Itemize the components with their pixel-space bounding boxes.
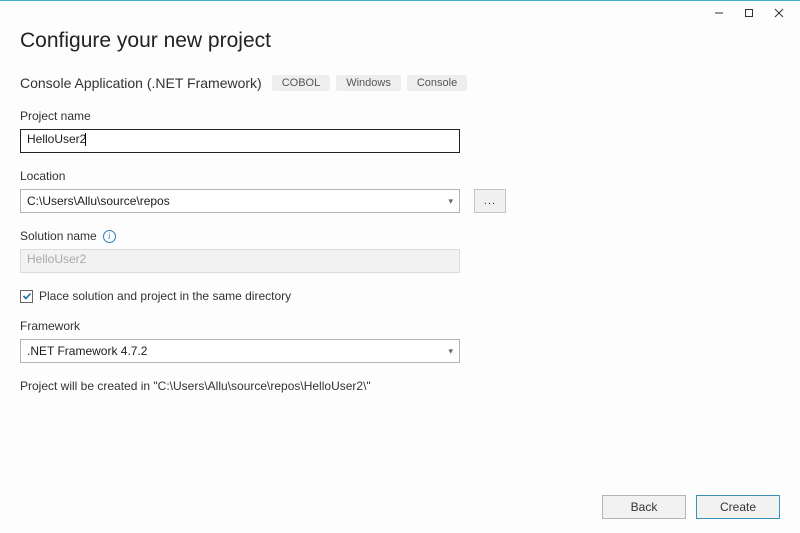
same-directory-checkbox-row[interactable]: Place solution and project in the same d…: [20, 289, 780, 303]
solution-name-value: HelloUser2: [27, 252, 86, 266]
browse-button[interactable]: ...: [474, 189, 506, 213]
back-label: Back: [631, 500, 658, 514]
tag-cobol: COBOL: [272, 75, 331, 91]
project-name-value: HelloUser2: [27, 132, 86, 146]
location-label: Location: [20, 169, 780, 183]
page-title: Configure your new project: [20, 29, 780, 53]
maximize-button[interactable]: [734, 3, 764, 23]
framework-combo[interactable]: .NET Framework 4.7.2 ▾: [20, 339, 460, 363]
subtitle-row: Console Application (.NET Framework) COB…: [20, 75, 780, 91]
solution-name-row: Solution name i HelloUser2: [20, 229, 780, 273]
location-row: Location C:\Users\Allu\source\repos ▾ ..…: [20, 169, 780, 213]
text-caret: [85, 133, 86, 146]
solution-name-input: HelloUser2: [20, 249, 460, 273]
content-area: Configure your new project Console Appli…: [0, 25, 800, 533]
footer-buttons: Back Create: [602, 495, 780, 519]
solution-name-label: Solution name i: [20, 229, 780, 243]
framework-value: .NET Framework 4.7.2: [27, 344, 147, 358]
new-project-dialog: Configure your new project Console Appli…: [0, 0, 800, 533]
close-icon: [774, 8, 784, 18]
minimize-icon: [714, 8, 724, 18]
create-button[interactable]: Create: [696, 495, 780, 519]
tag-windows: Windows: [336, 75, 401, 91]
template-name: Console Application (.NET Framework): [20, 75, 262, 91]
same-directory-checkbox[interactable]: [20, 290, 33, 303]
minimize-button[interactable]: [704, 3, 734, 23]
location-combo[interactable]: C:\Users\Allu\source\repos ▾: [20, 189, 460, 213]
project-name-row: Project name HelloUser2: [20, 109, 780, 153]
browse-label: ...: [484, 195, 496, 207]
titlebar: [0, 1, 800, 25]
creation-path-status: Project will be created in "C:\Users\All…: [20, 379, 780, 393]
solution-name-label-text: Solution name: [20, 229, 97, 243]
location-value: C:\Users\Allu\source\repos: [27, 194, 170, 208]
info-icon[interactable]: i: [103, 230, 116, 243]
project-name-label: Project name: [20, 109, 780, 123]
same-directory-row: Place solution and project in the same d…: [20, 289, 780, 303]
status-path: "C:\Users\Allu\source\repos\HelloUser2\": [153, 379, 370, 393]
chevron-down-icon: ▾: [448, 346, 453, 357]
chevron-down-icon: ▾: [448, 196, 453, 207]
template-tags: COBOL Windows Console: [272, 75, 468, 91]
close-button[interactable]: [764, 3, 794, 23]
framework-label: Framework: [20, 319, 780, 333]
status-prefix: Project will be created in: [20, 379, 153, 393]
tag-console: Console: [407, 75, 467, 91]
create-label: Create: [720, 500, 756, 514]
check-icon: [22, 291, 32, 301]
framework-row: Framework .NET Framework 4.7.2 ▾: [20, 319, 780, 363]
back-button[interactable]: Back: [602, 495, 686, 519]
maximize-icon: [744, 8, 754, 18]
same-directory-label: Place solution and project in the same d…: [39, 289, 291, 303]
project-name-input[interactable]: HelloUser2: [20, 129, 460, 153]
